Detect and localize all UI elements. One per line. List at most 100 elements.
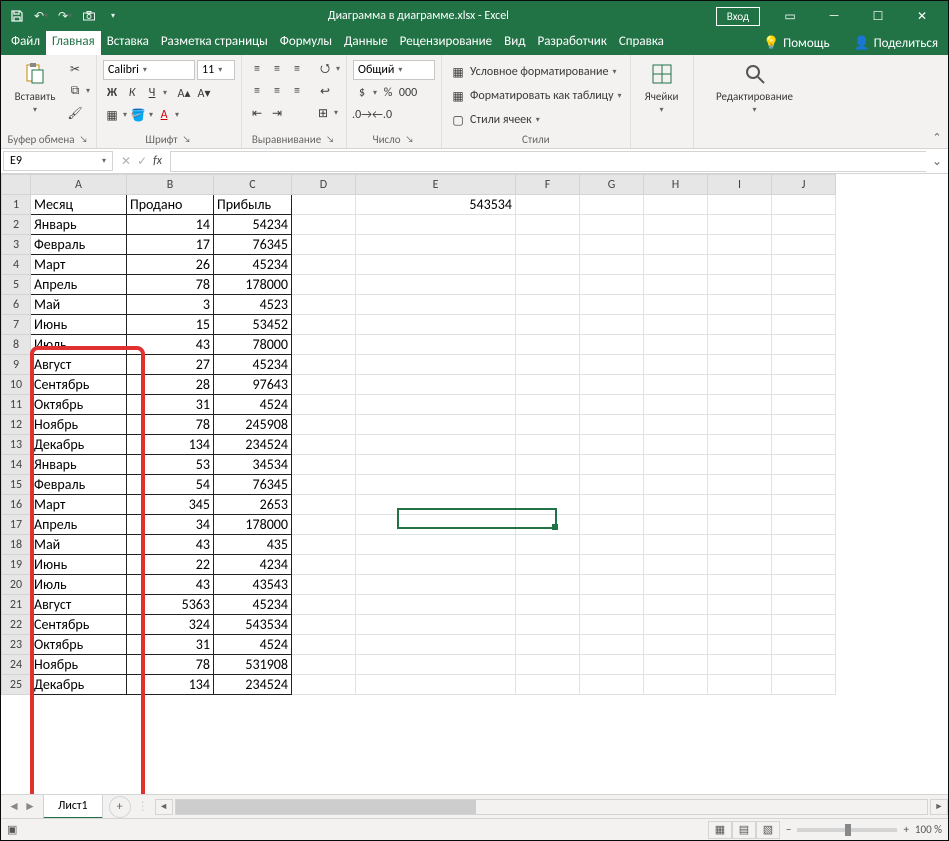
cell[interactable]: [772, 295, 836, 315]
cell[interactable]: [292, 635, 356, 655]
cell[interactable]: [644, 675, 708, 695]
tab-view[interactable]: Вид: [498, 31, 531, 55]
cell[interactable]: [708, 195, 772, 215]
cell[interactable]: Апрель: [31, 515, 127, 535]
cell[interactable]: [580, 515, 644, 535]
cell[interactable]: [708, 255, 772, 275]
cell[interactable]: [356, 635, 516, 655]
cell[interactable]: 45234: [214, 255, 292, 275]
normal-view-icon[interactable]: ▦: [708, 821, 732, 839]
cell[interactable]: [292, 675, 356, 695]
cell[interactable]: [580, 295, 644, 315]
redo-icon[interactable]: ↷▾: [57, 8, 73, 24]
row-header[interactable]: 13: [2, 435, 31, 455]
paste-button[interactable]: Вставить ▾: [7, 57, 63, 118]
cell[interactable]: [356, 555, 516, 575]
cell[interactable]: [580, 335, 644, 355]
cell[interactable]: [772, 335, 836, 355]
cell[interactable]: [292, 515, 356, 535]
cell[interactable]: [708, 275, 772, 295]
increase-indent-icon[interactable]: ⇥: [268, 104, 286, 122]
cell[interactable]: [772, 355, 836, 375]
cell[interactable]: [356, 415, 516, 435]
cell[interactable]: [772, 515, 836, 535]
cell[interactable]: [292, 355, 356, 375]
cell[interactable]: 78: [127, 275, 214, 295]
cell[interactable]: [644, 475, 708, 495]
cell[interactable]: [516, 675, 580, 695]
borders-icon[interactable]: ▦: [103, 106, 121, 124]
cell[interactable]: [516, 655, 580, 675]
cell[interactable]: [772, 195, 836, 215]
row-header[interactable]: 2: [2, 215, 31, 235]
cell[interactable]: [356, 375, 516, 395]
cell[interactable]: [708, 295, 772, 315]
cell[interactable]: 28: [127, 375, 214, 395]
cell[interactable]: [292, 615, 356, 635]
cell[interactable]: [580, 415, 644, 435]
tab-review[interactable]: Рецензирование: [394, 31, 498, 55]
cell[interactable]: [292, 575, 356, 595]
column-header[interactable]: C: [214, 175, 292, 195]
cell[interactable]: [356, 655, 516, 675]
cell[interactable]: 4234: [214, 555, 292, 575]
cell[interactable]: [356, 315, 516, 335]
cell[interactable]: [356, 615, 516, 635]
cell[interactable]: [356, 475, 516, 495]
row-header[interactable]: 25: [2, 675, 31, 695]
cell[interactable]: [708, 555, 772, 575]
row-header[interactable]: 17: [2, 515, 31, 535]
cell[interactable]: [580, 635, 644, 655]
cell[interactable]: 53452: [214, 315, 292, 335]
cell[interactable]: [644, 635, 708, 655]
row-header[interactable]: 1: [2, 195, 31, 215]
cell[interactable]: [644, 615, 708, 635]
cell[interactable]: [356, 295, 516, 315]
editing-button[interactable]: Редактирование ▾: [700, 57, 810, 118]
cell[interactable]: [772, 535, 836, 555]
cell[interactable]: [772, 375, 836, 395]
cell[interactable]: [292, 275, 356, 295]
cell[interactable]: 178000: [214, 515, 292, 535]
cell[interactable]: [516, 615, 580, 635]
cell[interactable]: 4524: [214, 395, 292, 415]
cell[interactable]: [356, 255, 516, 275]
cell[interactable]: Август: [31, 355, 127, 375]
cell[interactable]: [708, 215, 772, 235]
cell[interactable]: [708, 435, 772, 455]
cell[interactable]: 76345: [214, 475, 292, 495]
cell[interactable]: [580, 375, 644, 395]
cell[interactable]: [708, 235, 772, 255]
tab-insert[interactable]: Вставка: [101, 31, 155, 55]
cell[interactable]: [772, 215, 836, 235]
cell[interactable]: Декабрь: [31, 675, 127, 695]
cell[interactable]: [292, 535, 356, 555]
conditional-formatting-button[interactable]: ▦Условное форматирование▾: [448, 63, 624, 81]
column-header[interactable]: J: [772, 175, 836, 195]
cell[interactable]: [644, 195, 708, 215]
cell[interactable]: 78000: [214, 335, 292, 355]
zoom-slider[interactable]: [797, 828, 897, 832]
cell[interactable]: [356, 235, 516, 255]
cell[interactable]: 26: [127, 255, 214, 275]
cell[interactable]: [356, 355, 516, 375]
cell[interactable]: 97643: [214, 375, 292, 395]
row-header[interactable]: 10: [2, 375, 31, 395]
zoom-level[interactable]: 100 %: [915, 823, 942, 836]
cell[interactable]: [356, 275, 516, 295]
cell[interactable]: [580, 355, 644, 375]
row-header[interactable]: 12: [2, 415, 31, 435]
cell[interactable]: [516, 435, 580, 455]
cell[interactable]: 4523: [214, 295, 292, 315]
cell[interactable]: [580, 215, 644, 235]
cell[interactable]: 27: [127, 355, 214, 375]
cell[interactable]: [772, 655, 836, 675]
row-header[interactable]: 11: [2, 395, 31, 415]
cell[interactable]: [644, 435, 708, 455]
cell[interactable]: [356, 575, 516, 595]
horizontal-scrollbar[interactable]: ◄ ►: [155, 799, 948, 815]
row-header[interactable]: 9: [2, 355, 31, 375]
cell[interactable]: Март: [31, 255, 127, 275]
font-name-combo[interactable]: Calibri▾: [103, 60, 195, 80]
cell[interactable]: 543534: [356, 195, 516, 215]
